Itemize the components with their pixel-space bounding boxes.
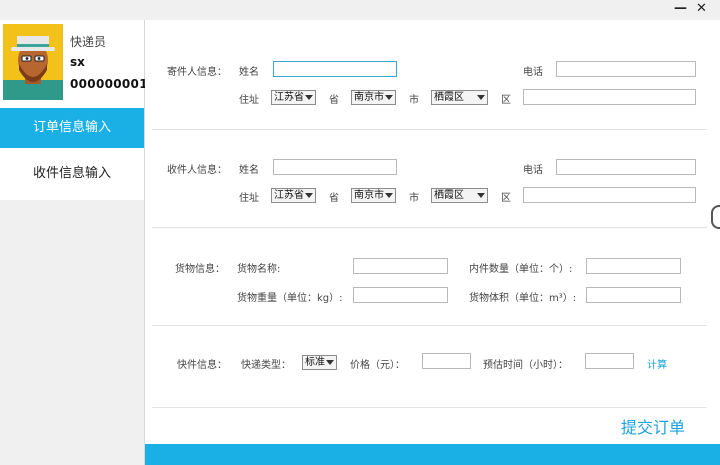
express-section-label: 快件信息：	[177, 360, 227, 371]
bottom-accent-bar	[145, 444, 720, 465]
receiver-province-select[interactable]: 江苏省	[271, 188, 316, 203]
sender-phone-label: 电话	[523, 67, 543, 78]
submit-order-button[interactable]: 提交订单	[621, 414, 685, 438]
divider	[152, 407, 707, 408]
user-id: 000000001	[70, 77, 148, 91]
sender-name-input[interactable]	[273, 61, 397, 77]
divider	[152, 129, 707, 130]
sender-name-label: 姓名	[239, 67, 259, 78]
chevron-down-icon	[477, 193, 485, 198]
time-label: 预估时间（小时）：	[483, 360, 568, 371]
edge-glyph	[711, 205, 720, 229]
goods-weight-label: 货物重量（单位：kg）:	[237, 293, 343, 304]
divider	[152, 325, 707, 326]
receiver-province-value: 江苏省	[274, 190, 304, 201]
receiver-phone-label: 电话	[523, 165, 543, 176]
nav-receive-input[interactable]: 收件信息输入	[0, 154, 144, 194]
sender-province-unit: 省	[329, 95, 339, 106]
receiver-district-value: 栖霞区	[434, 190, 464, 201]
price-input[interactable]	[422, 353, 471, 369]
sidebar: 快递员 sx 000000001 订单信息输入 收件信息输入	[0, 20, 148, 465]
sender-city-select[interactable]: 南京市	[351, 90, 396, 105]
sender-district-select[interactable]: 栖霞区	[431, 90, 488, 105]
chevron-down-icon	[477, 95, 485, 100]
sender-phone-input[interactable]	[556, 61, 696, 77]
receiver-district-select[interactable]: 栖霞区	[431, 188, 488, 203]
order-form: 寄件人信息： 姓名 电话 住址 江苏省 省 南京市 市 栖霞区 区 收件人信息：…	[145, 20, 720, 444]
sender-district-unit: 区	[501, 95, 511, 106]
time-input[interactable]	[585, 353, 634, 369]
user-name: sx	[70, 55, 85, 69]
express-type-value: 标准	[305, 357, 325, 368]
receiver-city-select[interactable]: 南京市	[351, 188, 396, 203]
receiver-district-unit: 区	[501, 193, 511, 204]
receiver-section-label: 收件人信息：	[167, 165, 227, 176]
sidebar-filler	[0, 200, 144, 465]
sender-district-value: 栖霞区	[434, 92, 464, 103]
sender-address-input[interactable]	[523, 89, 696, 105]
receiver-province-unit: 省	[329, 193, 339, 204]
goods-weight-input[interactable]	[353, 287, 448, 303]
sender-city-value: 南京市	[354, 92, 384, 103]
sender-province-select[interactable]: 江苏省	[271, 90, 316, 105]
chevron-down-icon	[305, 95, 313, 100]
chevron-down-icon	[385, 193, 393, 198]
goods-count-input[interactable]	[586, 258, 681, 274]
price-label: 价格（元）：	[350, 360, 405, 371]
receiver-city-unit: 市	[409, 193, 419, 204]
goods-volume-input[interactable]	[586, 287, 681, 303]
close-icon[interactable]: ✕	[696, 2, 707, 16]
goods-name-label: 货物名称:	[237, 264, 281, 275]
goods-section-label: 货物信息：	[175, 264, 225, 275]
avatar	[3, 24, 63, 100]
chevron-down-icon	[326, 360, 334, 365]
sender-section-label: 寄件人信息：	[167, 67, 227, 78]
user-role: 快递员	[70, 35, 107, 49]
sender-city-unit: 市	[409, 95, 419, 106]
sender-province-value: 江苏省	[274, 92, 304, 103]
receiver-phone-input[interactable]	[556, 159, 696, 175]
express-type-select[interactable]: 标准	[302, 355, 337, 370]
receiver-address-input[interactable]	[523, 187, 696, 203]
chevron-down-icon	[305, 193, 313, 198]
receiver-name-label: 姓名	[239, 165, 259, 176]
goods-count-label: 内件数量（单位：个）:	[469, 264, 573, 275]
divider	[152, 227, 707, 228]
chevron-down-icon	[385, 95, 393, 100]
receiver-name-input[interactable]	[273, 159, 397, 175]
title-bar: — ✕	[0, 0, 720, 20]
nav-order-input[interactable]: 订单信息输入	[0, 108, 144, 148]
goods-name-input[interactable]	[353, 258, 448, 274]
calculate-link[interactable]: 计算	[647, 356, 667, 371]
receiver-city-value: 南京市	[354, 190, 384, 201]
goods-volume-label: 货物体积（单位：m³）:	[469, 293, 577, 304]
express-type-label: 快递类型：	[241, 360, 291, 371]
receiver-addr-label: 住址	[239, 193, 259, 204]
minimize-icon[interactable]: —	[674, 2, 687, 16]
sender-addr-label: 住址	[239, 95, 259, 106]
